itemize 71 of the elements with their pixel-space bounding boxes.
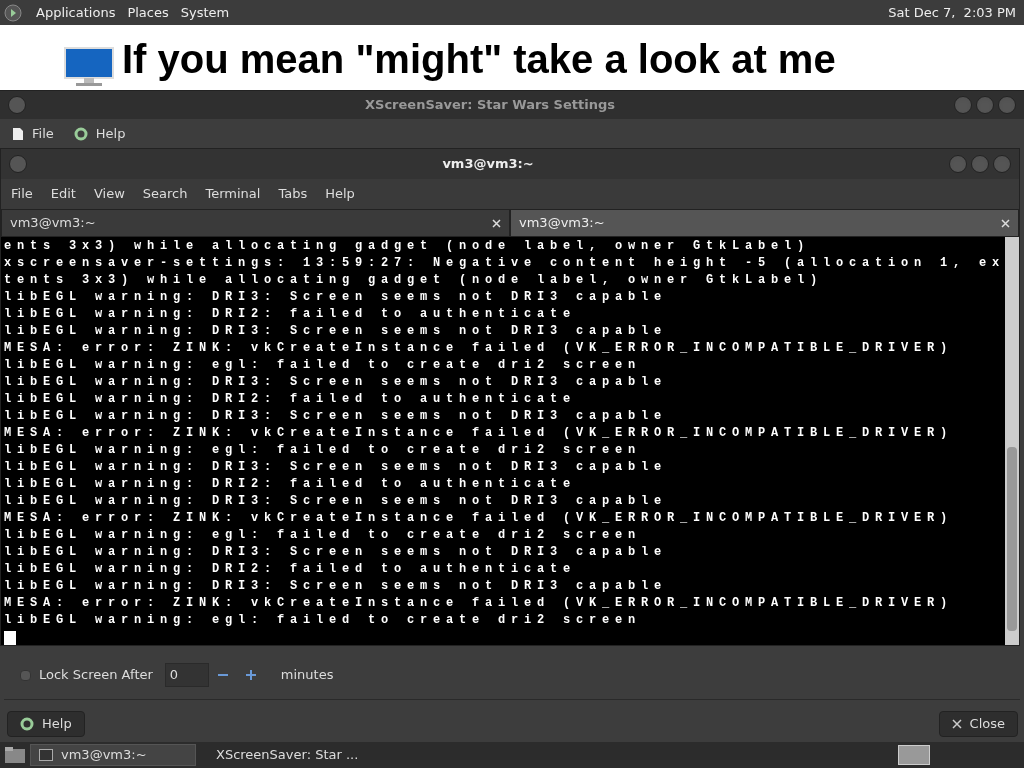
window-menu-button[interactable] (9, 155, 27, 173)
checkbox[interactable] (20, 669, 31, 681)
terminal-icon (39, 749, 53, 761)
close-button[interactable]: Close (938, 711, 1018, 737)
menu-item[interactable]: Help (319, 184, 361, 204)
help-button[interactable]: Help (7, 711, 85, 737)
terminal-line: libEGL warning: egl: failed to create dri2 screen (4, 527, 643, 544)
panel-menu-item[interactable]: Applications (30, 2, 122, 23)
unit-label: minutes (280, 666, 334, 685)
lifebuoy-icon (20, 717, 34, 731)
menu-item[interactable]: Help (73, 124, 126, 144)
desktop-heading: If you mean "might" take a look at me (122, 39, 836, 79)
menu-item[interactable]: File (5, 184, 39, 204)
terminal-line: libEGL warning: DRI3: Screen seems not DRI3 capable (4, 544, 669, 561)
menu-item[interactable]: View (87, 184, 131, 204)
tab[interactable]: vm3@vm3:~ (1, 209, 510, 237)
window-control-button[interactable] (954, 96, 972, 114)
window-control-button[interactable] (976, 96, 994, 114)
terminal-line: libEGL warning: DRI2: failed to authenticate (4, 561, 578, 578)
file-icon (12, 127, 24, 141)
terminal-line: xscreensaver-settings: 13:59:27: Negative content height -5 (allocation 1, ex (4, 255, 1005, 272)
terminal-line: MESA: error: ZINK: vkCreateInstance failed (VK_ERROR_INCOMPATIBLE_DRIVER) (4, 425, 955, 442)
window-control-button[interactable] (971, 155, 989, 173)
terminal-line: libEGL warning: DRI3: Screen seems not DRI3 capable (4, 374, 669, 391)
menu-item[interactable]: File (12, 124, 54, 144)
close-icon (951, 719, 962, 729)
terminal-line: libEGL warning: DRI2: failed to authenticate (4, 476, 578, 493)
terminal-line: ents 3x3) while allocating gadget (node label, owner GtkLabel) (4, 238, 812, 255)
terminal-line: libEGL warning: DRI2: failed to authenticate (4, 306, 578, 323)
checkbox-label: Lock Screen After (39, 666, 153, 685)
terminal-line: MESA: error: ZINK: vkCreateInstance failed (VK_ERROR_INCOMPATIBLE_DRIVER) (4, 595, 955, 612)
scrollbar[interactable] (1005, 237, 1019, 645)
terminal-line: libEGL warning: DRI3: Screen seems not DRI3 capable (4, 289, 669, 306)
terminal-line: libEGL warning: DRI3: Screen seems not DRI3 capable (4, 493, 669, 510)
lifebuoy-icon (73, 127, 88, 141)
workspace-switcher[interactable] (898, 745, 930, 765)
window-title: XScreenSaver: Star Wars Settings (364, 96, 616, 115)
close-icon[interactable] (492, 218, 501, 228)
text-cursor (4, 631, 16, 645)
taskbar-button[interactable]: XScreenSaver: Star ... (200, 744, 366, 766)
terminal-line: tents 3x3) while allocating gadget (node label, owner GtkLabel) (4, 272, 825, 289)
clock: Sat Dec 7, 2:03 PM (888, 3, 1017, 22)
terminal-line: libEGL warning: DRI3: Screen seems not DRI3 capable (4, 459, 669, 476)
panel-menu-item[interactable]: Places (121, 2, 175, 23)
terminal-line: libEGL warning: egl: failed to create dri2 screen (4, 612, 643, 629)
menu-item[interactable]: Search (136, 184, 194, 204)
terminal-line: libEGL warning: egl: failed to create dri2 screen (4, 357, 643, 374)
folder-icon[interactable] (4, 745, 26, 765)
window-title: vm3@vm3:~ (441, 155, 535, 174)
terminal-line: libEGL warning: egl: failed to create dri2 screen (4, 442, 643, 459)
menu-item[interactable]: Tabs (272, 184, 314, 204)
terminal-line: libEGL warning: DRI3: Screen seems not DRI3 capable (4, 323, 669, 340)
menu-item[interactable]: Terminal (199, 184, 267, 204)
monitor-icon[interactable] (64, 47, 114, 87)
taskbar-button[interactable]: vm3@vm3:~ (30, 744, 196, 766)
plus-icon[interactable] (244, 669, 257, 681)
terminal-line: MESA: error: ZINK: vkCreateInstance failed (VK_ERROR_INCOMPATIBLE_DRIVER) (4, 510, 955, 527)
terminal-line: libEGL warning: DRI3: Screen seems not DRI3 capable (4, 408, 669, 425)
terminal-line: libEGL warning: DRI3: Screen seems not DRI3 capable (4, 578, 669, 595)
window-control-button[interactable] (998, 96, 1016, 114)
window-control-button[interactable] (949, 155, 967, 173)
terminal-line: MESA: error: ZINK: vkCreateInstance failed (VK_ERROR_INCOMPATIBLE_DRIVER) (4, 340, 955, 357)
number-field[interactable]: 0 (164, 663, 209, 687)
window-control-button[interactable] (993, 155, 1011, 173)
menu-item[interactable]: Edit (44, 184, 82, 204)
terminal-line: libEGL warning: DRI2: failed to authenticate (4, 391, 578, 408)
panel-menu-item[interactable]: System (174, 2, 236, 23)
logo-icon[interactable] (4, 3, 22, 22)
tab[interactable]: vm3@vm3:~ (510, 209, 1019, 237)
window-menu-button[interactable] (8, 96, 26, 114)
close-icon[interactable] (1001, 218, 1010, 228)
